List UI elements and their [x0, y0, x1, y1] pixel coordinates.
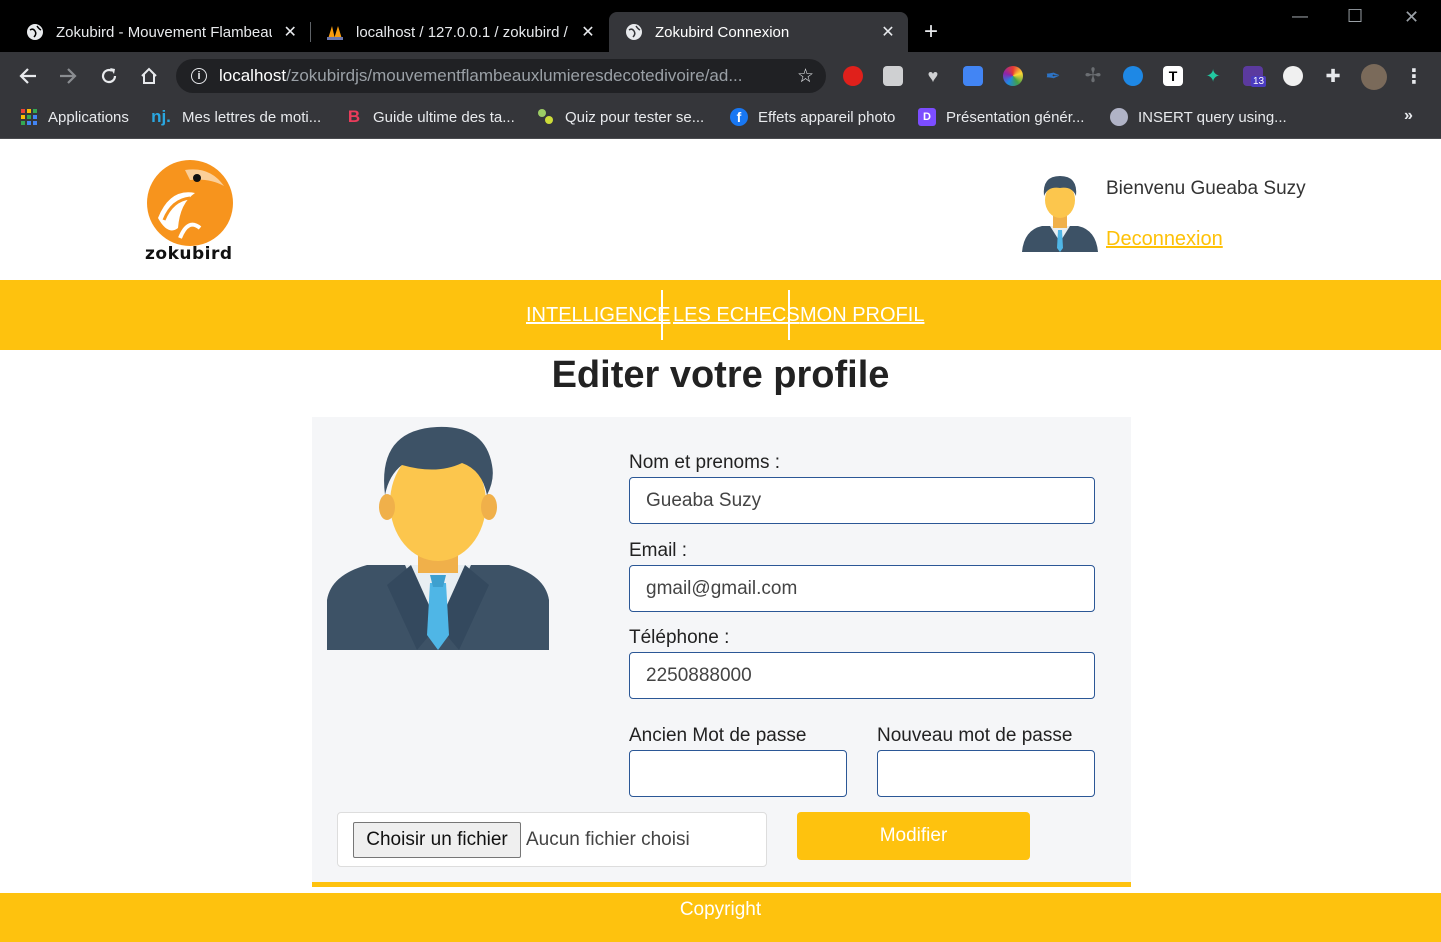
eyes-extension-icon[interactable] [1283, 66, 1303, 86]
url-path: /zokubirdjs/mouvementflambeauxlumieresde… [286, 66, 743, 85]
browser-tab-bar: Zokubird - Mouvement Flambeau ✕ localhos… [0, 0, 1441, 52]
db-icon [1110, 108, 1128, 126]
extension-grey-icon[interactable] [883, 66, 903, 86]
new-password-label: Nouveau mot de passe [877, 725, 1073, 746]
site-info-icon[interactable]: i [191, 68, 207, 84]
email-label: Email : [629, 540, 688, 561]
copyright-text: Copyright [679, 899, 762, 920]
user-avatar [1022, 176, 1098, 252]
color-picker-extension-icon[interactable] [1003, 66, 1023, 86]
profile-avatar-icon[interactable] [1361, 64, 1387, 90]
main-nav: INTELLIGENCE LES ECHECS MON PROFIL [0, 280, 1441, 350]
tab-title: Zokubird - Mouvement Flambeau [56, 23, 273, 41]
heart-extension-icon[interactable]: ♥ [923, 66, 943, 86]
bookmark-label: INSERT query using... [1138, 108, 1287, 126]
bookmark-presentation[interactable]: D Présentation génér... [918, 108, 1084, 126]
phpmyadmin-icon [327, 26, 343, 40]
phone-label: Téléphone : [629, 627, 730, 648]
home-icon[interactable] [137, 64, 161, 88]
nav-item-intelligence[interactable]: INTELLIGENCE [526, 304, 670, 327]
browser-tab-3-active[interactable]: Zokubird Connexion ✕ [609, 12, 908, 52]
calendar-extension-icon[interactable]: 13 [1243, 66, 1267, 87]
maximize-icon[interactable]: ☐ [1347, 6, 1363, 27]
nav-item-echecs[interactable]: LES ECHECS [673, 304, 800, 327]
profile-avatar-image [327, 426, 549, 650]
url-text: localhost/zokubirdjs/mouvementflambeauxl… [219, 66, 774, 86]
logout-link[interactable]: Deconnexion [1106, 228, 1223, 251]
old-password-input[interactable] [629, 750, 847, 797]
logo-text: zokubird [145, 244, 233, 264]
bird-extension-icon[interactable]: ✦ [1203, 66, 1223, 86]
bookmark-lettres[interactable]: nj. Mes lettres de moti... [150, 107, 322, 126]
footer: Copyright [0, 893, 1441, 942]
nav-divider [788, 290, 790, 340]
minimize-icon[interactable]: — [1292, 8, 1308, 26]
bookmark-insert-query[interactable]: INSERT query using... [1110, 108, 1287, 126]
profile-form-card: Nom et prenoms : Gueaba Suzy Email : gma… [312, 417, 1131, 887]
tab-title: Zokubird Connexion [655, 23, 790, 41]
nav-item-profil[interactable]: MON PROFIL [800, 304, 924, 327]
bookmark-label: Présentation génér... [946, 108, 1085, 126]
feather-extension-icon[interactable]: ✒ [1043, 66, 1063, 86]
welcome-text: Bienvenu Gueaba Suzy [1106, 178, 1306, 199]
bookmark-quiz[interactable]: Quiz pour tester se... [537, 108, 704, 126]
bookmark-star-icon[interactable]: ☆ [797, 65, 814, 88]
address-bar[interactable]: i localhost/zokubirdjs/mouvementflambeau… [176, 59, 826, 93]
choose-file-button[interactable]: Choisir un fichier [353, 822, 521, 858]
ethereum-extension-icon[interactable] [1123, 66, 1143, 86]
browser-toolbar: i localhost/zokubirdjs/mouvementflambeau… [0, 52, 1441, 100]
page: zokubird Bienvenu Gueaba Suzy Deconnexio… [0, 140, 1441, 942]
tab-title: localhost / 127.0.0.1 / zokubird / [356, 23, 568, 41]
bookmark-label: Applications [48, 108, 129, 126]
d-logo-icon: D [918, 108, 936, 126]
modify-button[interactable]: Modifier [797, 812, 1030, 860]
phone-input[interactable]: 2250888000 [629, 652, 1095, 699]
file-status-text: Aucun fichier choisi [526, 829, 690, 850]
url-host: localhost [219, 66, 287, 85]
bookmark-applications[interactable]: Applications [20, 108, 129, 126]
apps-grid-icon [20, 108, 38, 126]
t-extension-icon[interactable]: T [1163, 66, 1183, 86]
page-title: Editer votre profile [551, 354, 890, 396]
close-tab-icon[interactable]: ✕ [878, 22, 898, 42]
old-password-label: Ancien Mot de passe [629, 725, 807, 746]
forward-icon[interactable] [56, 64, 80, 88]
bookmarks-bar: Applications nj. Mes lettres de moti... … [0, 100, 1441, 139]
nav-divider [661, 290, 663, 340]
more-bookmarks-icon[interactable]: » [1404, 107, 1413, 125]
browser-tab-2[interactable]: localhost / 127.0.0.1 / zokubird / ✕ [300, 12, 608, 52]
bookmark-label: Effets appareil photo [758, 108, 896, 126]
bookmark-guide[interactable]: B Guide ultime des ta... [345, 107, 515, 126]
new-tab-icon[interactable]: + [924, 19, 938, 45]
globe-icon [626, 24, 642, 40]
bookmark-label: Guide ultime des ta... [373, 108, 515, 126]
adblock-extension-icon[interactable] [843, 66, 863, 86]
bookmark-label: Quiz pour tester se... [565, 108, 705, 126]
b-logo-icon: B [347, 107, 361, 126]
bookmark-label: Mes lettres de moti... [182, 108, 322, 126]
crosshair-extension-icon[interactable]: ✢ [1083, 66, 1103, 86]
reload-icon[interactable] [97, 64, 121, 88]
quiz-icon [537, 108, 555, 126]
file-upload: Choisir un fichier Aucun fichier choisi [337, 812, 767, 867]
extension-badge: 13 [1251, 76, 1267, 87]
browser-tab-1[interactable]: Zokubird - Mouvement Flambeau ✕ [0, 12, 310, 52]
close-tab-icon[interactable]: ✕ [578, 22, 598, 42]
nj-icon: nj. [151, 107, 171, 126]
name-input[interactable]: Gueaba Suzy [629, 477, 1095, 524]
bookmark-effets[interactable]: f Effets appareil photo [730, 108, 895, 126]
close-window-icon[interactable]: ✕ [1404, 7, 1419, 28]
back-icon[interactable] [16, 64, 40, 88]
puzzle-extensions-icon[interactable]: ✚ [1323, 66, 1343, 86]
close-tab-icon[interactable]: ✕ [280, 22, 300, 42]
facebook-icon: f [730, 108, 748, 126]
email-input[interactable]: gmail@gmail.com [629, 565, 1095, 612]
globe-icon [27, 24, 43, 40]
browser-menu-icon[interactable]: ⋮ [1404, 64, 1424, 89]
name-label: Nom et prenoms : [629, 452, 780, 473]
translate-extension-icon[interactable] [963, 66, 983, 86]
new-password-input[interactable] [877, 750, 1095, 797]
